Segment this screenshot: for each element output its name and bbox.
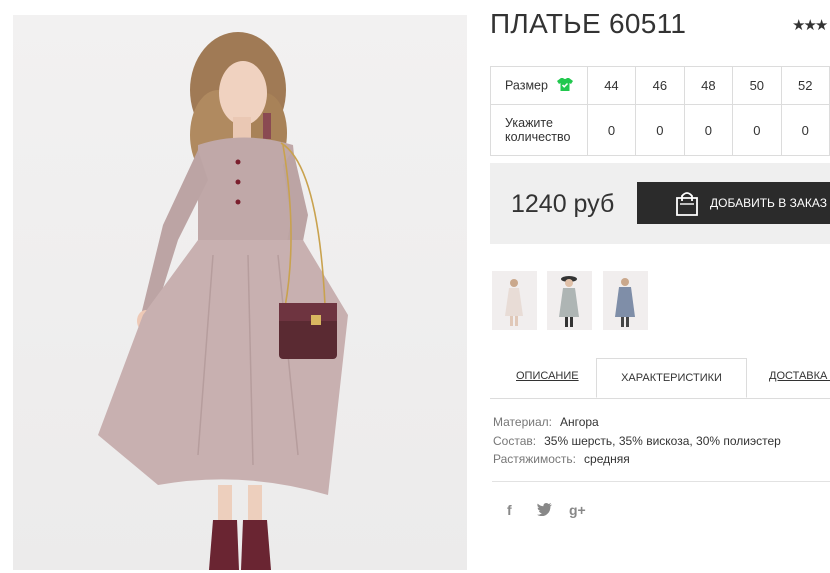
add-to-order-button[interactable]: ДОБАВИТЬ В ЗАКАЗ bbox=[637, 182, 830, 224]
size-46: 46 bbox=[635, 66, 685, 105]
size-row: Размер 44 46 48 50 52 bbox=[490, 66, 830, 105]
tab-characteristics[interactable]: ХАРАКТЕРИСТИКИ bbox=[596, 358, 747, 398]
quantity-input-46[interactable]: 0 bbox=[635, 104, 685, 156]
spec-row-composition: Состав: 35% шерсть, 35% вискоза, 30% поли… bbox=[493, 432, 781, 451]
size-label: Размер bbox=[505, 77, 548, 92]
quantity-input-48[interactable]: 0 bbox=[683, 104, 734, 156]
size-48: 48 bbox=[683, 66, 734, 105]
divider bbox=[492, 481, 830, 482]
product-title: ПЛАТЬЕ 60511 bbox=[490, 8, 687, 39]
product-main-photo[interactable] bbox=[13, 15, 467, 570]
size-44: 44 bbox=[586, 66, 637, 105]
thumbnail-1[interactable] bbox=[492, 271, 537, 330]
facebook-share-icon[interactable]: f bbox=[507, 502, 512, 518]
thumbnail-2[interactable] bbox=[547, 271, 592, 330]
quantity-label: Укажите количество bbox=[490, 104, 588, 156]
shopping-bag-icon bbox=[675, 190, 699, 219]
twitter-share-icon[interactable] bbox=[537, 503, 552, 519]
quantity-row: Укажите количество 0 0 0 0 0 bbox=[490, 104, 830, 156]
spec-value: средняя bbox=[584, 452, 630, 466]
quantity-input-50[interactable]: 0 bbox=[732, 104, 782, 156]
google-plus-share-icon[interactable]: g+ bbox=[569, 502, 586, 518]
price-bar: 1240 руб ДОБАВИТЬ В ЗАКАЗ bbox=[490, 163, 830, 244]
spec-key: Материал: bbox=[493, 415, 552, 429]
price: 1240 руб bbox=[511, 190, 615, 218]
spec-value: Ангора bbox=[559, 415, 599, 429]
size-50: 50 bbox=[732, 66, 782, 105]
size-quantity-table: Размер 44 46 48 50 52 Укажите количество… bbox=[490, 66, 830, 156]
product-photo-illustration bbox=[98, 32, 348, 570]
spec-value: 35% шерсть, 35% вискоза, 30% полиэстер bbox=[544, 433, 781, 448]
spec-key: Состав: bbox=[493, 433, 537, 448]
add-to-order-label: ДОБАВИТЬ В ЗАКАЗ bbox=[710, 196, 827, 210]
characteristics-list: Материал: Ангора Состав: 35% шерсть, 35% в… bbox=[493, 413, 781, 469]
spec-row-stretch: Растяжимость: средняя bbox=[493, 450, 781, 469]
quantity-input-44[interactable]: 0 bbox=[586, 104, 637, 156]
tab-delivery[interactable]: ДОСТАВКА И bbox=[769, 370, 830, 382]
thumbnail-3[interactable] bbox=[603, 271, 648, 330]
size-52: 52 bbox=[780, 66, 830, 105]
rating-stars[interactable]: ★★★ bbox=[792, 16, 828, 34]
product-tabs: ОПИСАНИЕ ХАРАКТЕРИСТИКИ ДОСТАВКА И bbox=[490, 358, 830, 399]
size-label-cell: Размер bbox=[490, 66, 588, 105]
spec-key: Растяжимость: bbox=[493, 452, 577, 466]
tab-description[interactable]: ОПИСАНИЕ bbox=[516, 370, 579, 382]
tshirt-icon[interactable] bbox=[557, 77, 574, 95]
quantity-input-52[interactable]: 0 bbox=[780, 104, 830, 156]
spec-row-material: Материал: Ангора bbox=[493, 413, 781, 432]
